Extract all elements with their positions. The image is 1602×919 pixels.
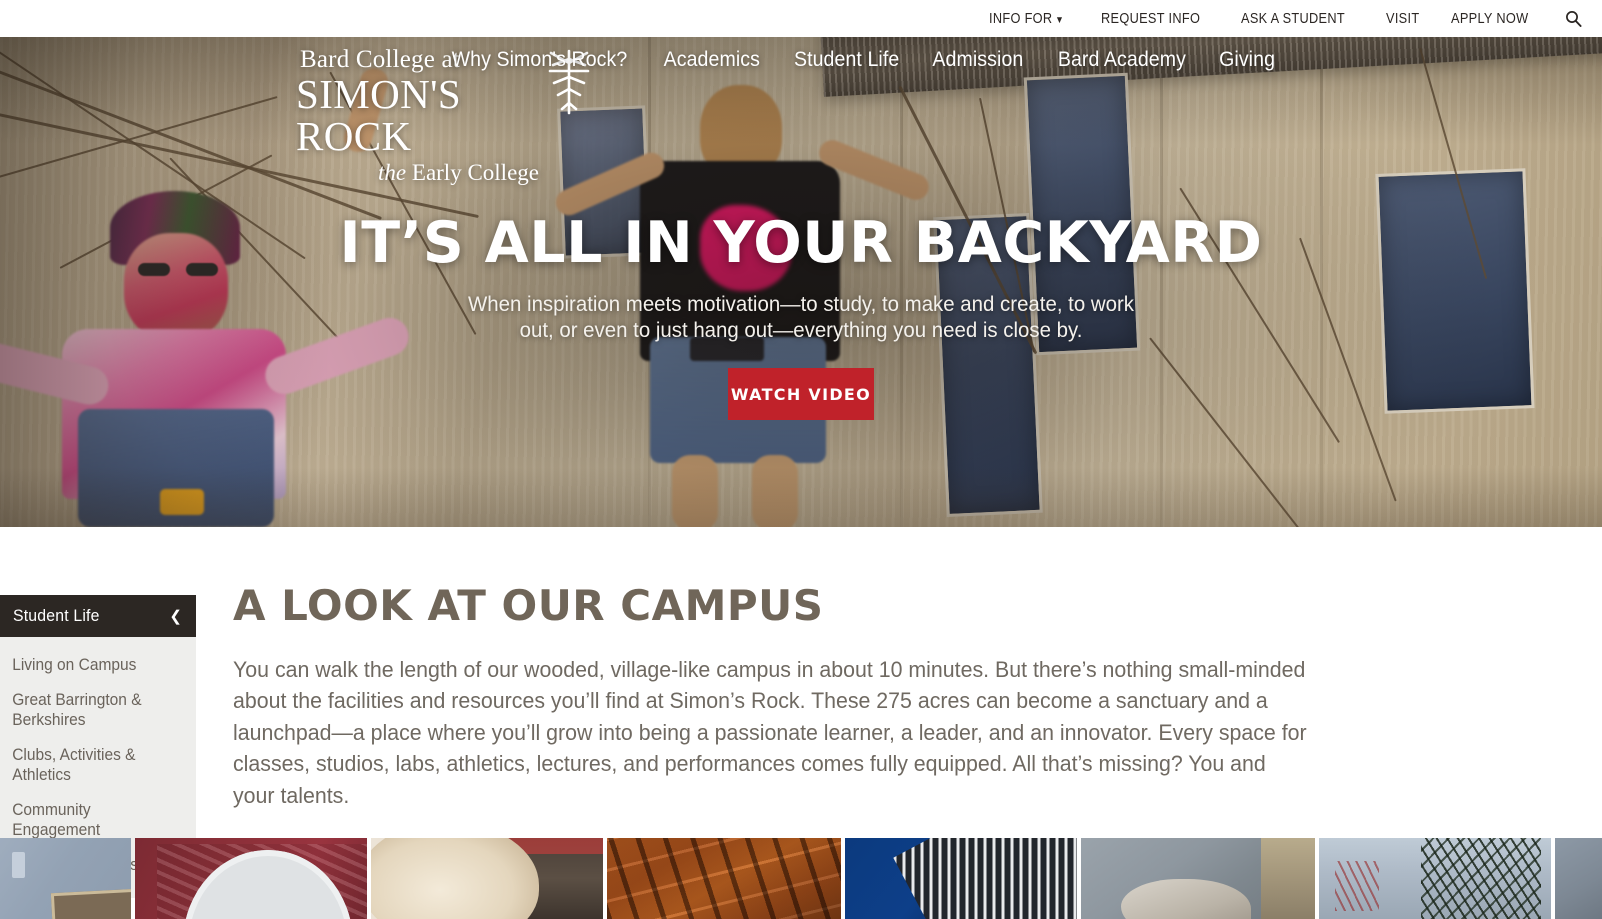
nav-item-why-simons-rock[interactable]: Why Simon's Rock? — [452, 48, 628, 72]
nav-item-bard-academy[interactable]: Bard Academy — [1058, 48, 1186, 72]
strip-photo-campus-building[interactable] — [1555, 838, 1602, 919]
logo-the-italic: the — [378, 159, 407, 185]
sidebar-item-clubs-activities-athletics[interactable]: Clubs, Activities & Athletics — [0, 738, 184, 793]
utility-link-info-for[interactable]: INFO FOR ▼ — [989, 11, 1064, 27]
main-column: A Look at Our Campus You can walk the le… — [233, 585, 1343, 811]
strip-photo-blue-building-facade[interactable] — [845, 838, 1077, 919]
nav-item-student-life[interactable]: Student Life — [794, 48, 899, 72]
logo-line-simons-rock: SIMON'S ROCK — [296, 71, 462, 159]
strip-photo-classroom-wall[interactable] — [0, 838, 131, 919]
nav-item-admission[interactable]: Admission — [933, 48, 1024, 72]
page-title: A Look at Our Campus — [233, 581, 824, 630]
utility-link-apply-now[interactable]: APPLY NOW — [1451, 11, 1528, 27]
strip-photo-red-barn-cupola[interactable] — [135, 838, 367, 919]
logo-line-the-early-college: the Early College — [296, 161, 541, 184]
page-body-text: You can walk the length of our wooded, v… — [233, 657, 1307, 808]
main-navigation: Why Simon's Rock? Academics Student Life… — [0, 44, 1602, 76]
sidebar-header-student-life[interactable]: Student Life ❮ — [0, 595, 196, 637]
logo-early-college: Early College — [406, 159, 539, 185]
hero-banner: It’s all In Your Backyard When inspirati… — [0, 37, 1602, 527]
utility-bar: INFO FOR ▼ REQUEST INFO ASK A STUDENT VIS… — [0, 0, 1602, 37]
campus-photo-strip — [0, 838, 1602, 919]
chevron-left-icon[interactable]: ❮ — [169, 609, 182, 624]
nav-item-giving[interactable]: Giving — [1219, 48, 1275, 72]
sidebar-item-great-barrington-berkshires[interactable]: Great Barrington & Berkshires — [0, 683, 184, 738]
sidebar-header-label: Student Life — [13, 606, 100, 625]
strip-photo-stone-sculpture[interactable] — [1081, 838, 1315, 919]
utility-link-label: INFO FOR — [988, 10, 1053, 27]
strip-photo-pine-trees-sky[interactable] — [1319, 838, 1551, 919]
sidebar-item-living-on-campus[interactable]: Living on Campus — [0, 648, 184, 683]
utility-link-request-info[interactable]: REQUEST INFO — [1101, 11, 1200, 27]
strip-photo-wooden-rafters[interactable] — [607, 838, 841, 919]
utility-link-ask-a-student[interactable]: ASK A STUDENT — [1241, 11, 1345, 27]
strip-photo-student-blonde-hair[interactable] — [371, 838, 603, 919]
nav-item-academics[interactable]: Academics — [664, 48, 760, 72]
watch-video-button[interactable]: Watch Video — [728, 368, 874, 421]
utility-link-visit[interactable]: VISIT — [1386, 11, 1419, 27]
chevron-down-icon: ▼ — [1054, 14, 1064, 26]
search-icon[interactable] — [1565, 10, 1582, 27]
